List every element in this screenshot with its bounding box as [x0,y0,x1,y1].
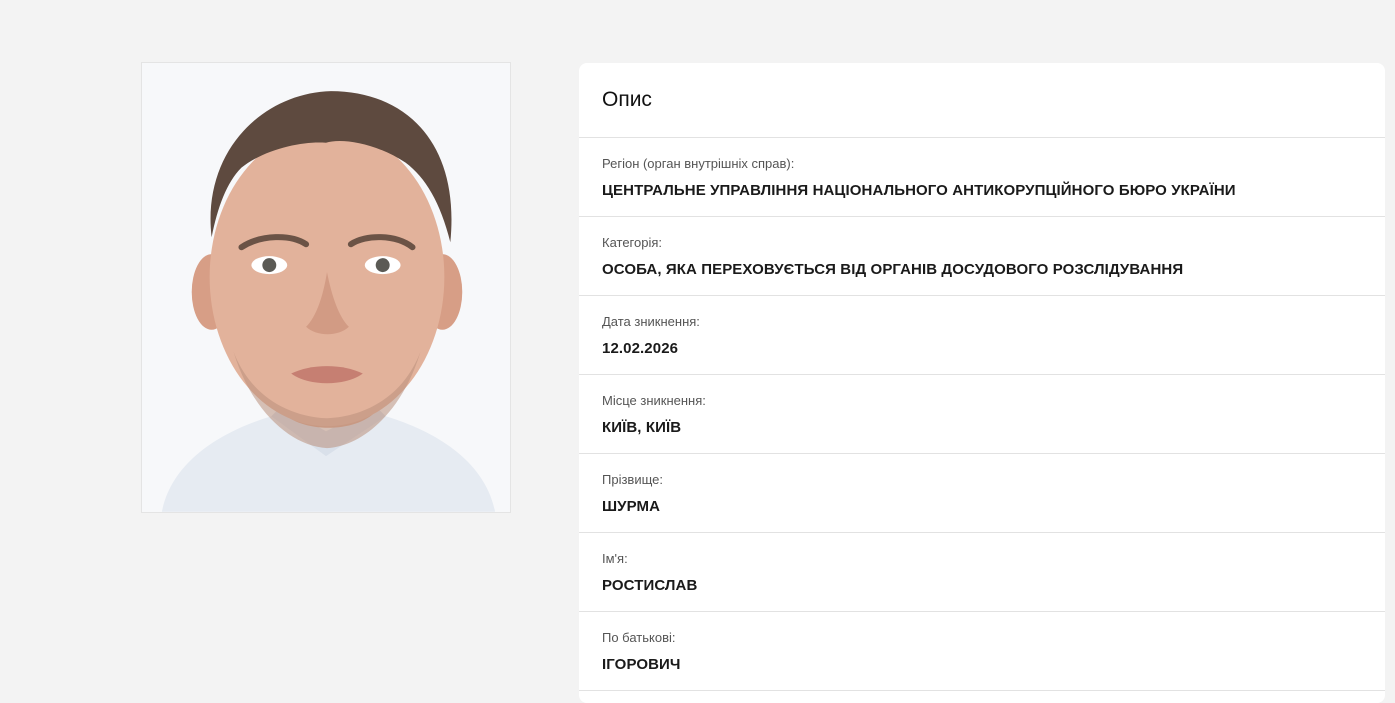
field-surname: Прізвище: ШУРМА [579,454,1385,533]
field-region: Регіон (орган внутрішніх справ): ЦЕНТРАЛ… [579,138,1385,217]
field-disappearance-date: Дата зникнення: 12.02.2026 [579,296,1385,375]
field-value: РОСТИСЛАВ [602,577,698,594]
description-card: Опис Регіон (орган внутрішніх справ): ЦЕ… [579,63,1385,703]
card-header: Опис [579,63,1385,138]
field-value: ІГОРОВИЧ [602,656,681,673]
field-patronymic: По батькові: ІГОРОВИЧ [579,612,1385,691]
person-photo [141,62,511,513]
field-value: ШУРМА [602,498,661,515]
card-title: Опис [602,88,652,111]
field-label: Місце зникнення: [602,393,706,408]
field-value: ОСОБА, ЯКА ПЕРЕХОВУЄТЬСЯ ВІД ОРГАНІВ ДОС… [602,261,1184,278]
field-value: 12.02.2026 [602,340,679,357]
person-portrait-icon [142,63,510,512]
field-label: Прізвище: [602,472,663,487]
field-first-name: Ім'я: РОСТИСЛАВ [579,533,1385,612]
field-label: Ім'я: [602,551,628,566]
field-label: Дата зникнення: [602,314,700,329]
field-label: По батькові: [602,630,676,645]
field-label: Регіон (орган внутрішніх справ): [602,156,795,171]
field-disappearance-place: Місце зникнення: КИЇВ, КИЇВ [579,375,1385,454]
field-value: ЦЕНТРАЛЬНЕ УПРАВЛІННЯ НАЦІОНАЛЬНОГО АНТИ… [602,182,1236,199]
field-value: КИЇВ, КИЇВ [602,419,682,436]
field-category: Категорія: ОСОБА, ЯКА ПЕРЕХОВУЄТЬСЯ ВІД … [579,217,1385,296]
field-label: Категорія: [602,235,663,250]
